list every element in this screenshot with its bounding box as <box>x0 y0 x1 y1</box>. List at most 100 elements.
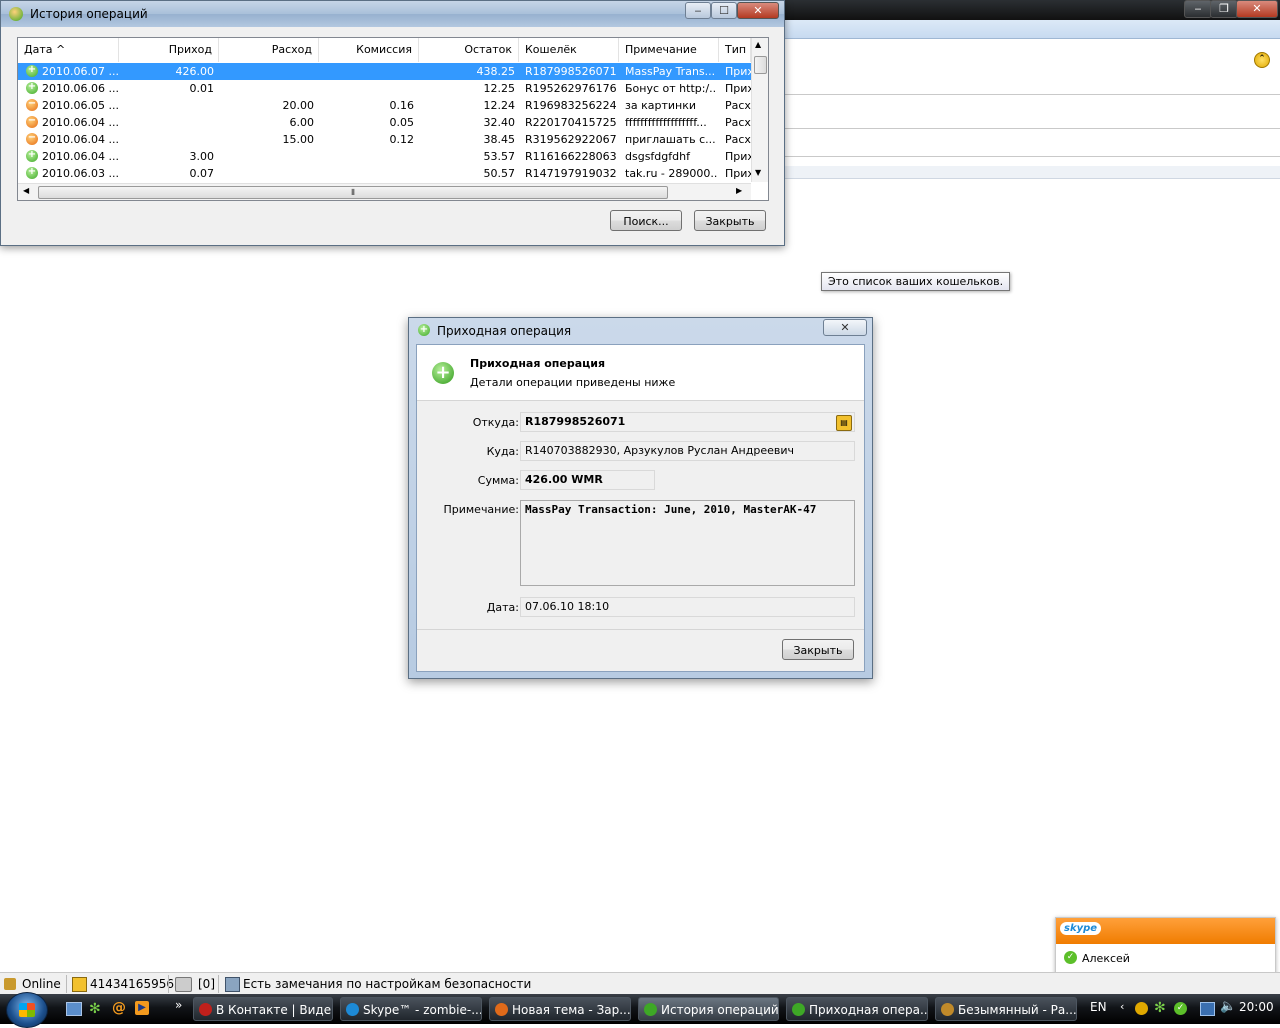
amount-label: Сумма: <box>477 474 519 487</box>
cell-date: 2010.06.04 ... <box>42 116 119 129</box>
icq-icon[interactable]: ✻ <box>89 1002 103 1016</box>
minimize-button[interactable]: ‒ <box>685 2 711 19</box>
column-header-type[interactable]: Тип с <box>719 38 751 62</box>
hscroll-thumb[interactable]: ⦀ <box>38 186 668 199</box>
taskbar-button[interactable]: В Контакте | Виде... <box>193 997 333 1021</box>
taskbar-button[interactable]: Skype™ - zombie-... <box>340 997 482 1021</box>
note-field[interactable]: MassPay Transaction: June, 2010, MasterA… <box>520 500 855 586</box>
cell-wallet: R187998526071 <box>525 65 617 78</box>
quicklaunch-overflow-icon[interactable]: » <box>175 998 182 1012</box>
scroll-thumb[interactable] <box>754 56 767 74</box>
cell-wallet: R220170415725 <box>525 116 617 129</box>
table-row[interactable]: −2010.06.04 ... 6.00 0.05 32.40 R22017041572… <box>18 114 751 131</box>
tray-keys-icon[interactable] <box>1135 1002 1148 1015</box>
cell-income <box>119 114 214 131</box>
cell-income: 3.00 <box>189 150 215 163</box>
windows-logo-icon <box>19 1003 35 1017</box>
scroll-right-icon[interactable]: ▶ <box>736 186 742 195</box>
media-player-icon[interactable]: ▶ <box>135 1001 149 1015</box>
app-icon <box>495 1003 508 1016</box>
column-header-date[interactable]: Дата ^ <box>18 38 119 62</box>
from-field[interactable]: R187998526071 ▤ <box>520 412 855 432</box>
cell-date: 2010.06.03 ... <box>42 167 119 180</box>
expense-icon: − <box>26 132 38 145</box>
wallets-tooltip: Это список ваших кошельков. <box>821 272 1011 291</box>
table-row[interactable]: +2010.06.07 ... 426.00 438.25 R187998526071… <box>18 63 751 80</box>
column-header-note[interactable]: Примечание <box>619 38 719 62</box>
clock[interactable]: 20:00 <box>1239 1000 1274 1014</box>
cell-expense <box>219 80 314 97</box>
maximize-button[interactable]: ☐ <box>711 2 737 19</box>
cell-note: за картинки <box>625 99 696 112</box>
table-row[interactable]: −2010.06.04 ... 15.00 0.12 38.45 R3195629220… <box>18 131 751 148</box>
table-row[interactable]: −2010.06.05 ... 20.00 0.16 12.24 R1969832562… <box>18 97 751 114</box>
column-header-fee[interactable]: Комиссия <box>319 38 419 62</box>
horizontal-scrollbar[interactable]: ◀ ⦀ ▶ <box>18 183 751 200</box>
amount-field[interactable]: 426.00 WMR <box>520 470 655 490</box>
scroll-up-icon[interactable]: ▲ <box>755 40 761 49</box>
divider <box>218 975 219 993</box>
background-toolbar-band <box>780 20 1280 39</box>
scroll-down-icon[interactable]: ▼ <box>755 168 761 177</box>
language-indicator[interactable]: EN <box>1090 1000 1107 1014</box>
operations-grid[interactable]: Дата ^ Приход Расход Комиссия Остаток Ко… <box>17 37 769 201</box>
bg-restore-button[interactable]: ❐ <box>1210 0 1238 18</box>
divider <box>780 156 1280 157</box>
history-close-button[interactable]: Закрыть <box>694 210 766 231</box>
messages-count[interactable]: [0] <box>198 977 215 991</box>
close-icon[interactable]: ✕ <box>737 2 779 19</box>
cell-note: MassPay Trans... <box>625 65 716 78</box>
taskbar-button[interactable]: Новая тема - Зар... <box>489 997 631 1021</box>
collapse-icon[interactable]: ⌃ <box>1254 52 1270 68</box>
cell-income: 0.07 <box>189 167 215 180</box>
cell-fee <box>319 80 414 97</box>
cell-date: 2010.06.06 ... <box>42 82 119 95</box>
cell-fee: 0.05 <box>389 116 415 129</box>
tray-skype-icon[interactable]: ✓ <box>1174 1002 1187 1015</box>
dialog-close-icon[interactable]: ✕ <box>823 319 867 336</box>
app-icon <box>644 1003 657 1016</box>
mail-agent-icon[interactable]: @ <box>112 1001 126 1015</box>
volume-icon[interactable]: 🔈 <box>1220 999 1236 1014</box>
taskbar-button-label: Skype™ - zombie-... <box>363 1003 482 1017</box>
online-status[interactable]: Online <box>22 977 61 991</box>
cell-expense: 6.00 <box>289 116 315 129</box>
scroll-left-icon[interactable]: ◀ <box>23 186 29 195</box>
plus-icon: + <box>418 324 430 336</box>
history-titlebar: История операций ‒ ☐ ✕ <box>1 1 784 27</box>
dialog-title: Приходная операция <box>437 324 572 338</box>
date-label: Дата: <box>486 601 519 614</box>
address-book-icon[interactable]: ▤ <box>836 415 852 431</box>
tray-icq-icon[interactable]: ✻ <box>1154 1001 1166 1015</box>
cell-note: tak.ru - 289000... <box>625 167 717 180</box>
column-header-balance[interactable]: Остаток <box>419 38 519 62</box>
column-header-expense[interactable]: Расход <box>219 38 319 62</box>
security-message[interactable]: Есть замечания по настройкам безопасност… <box>243 977 531 991</box>
tray-expand-icon[interactable]: ‹ <box>1120 1000 1124 1013</box>
table-row[interactable]: +2010.06.04 ... 3.00 53.57 R116166228063 dsg… <box>18 148 751 165</box>
taskbar-button[interactable]: Безымянный - Ра... <box>935 997 1077 1021</box>
cell-note: Бонус от http:/... <box>625 82 717 95</box>
date-field[interactable]: 07.06.10 18:10 <box>520 597 855 617</box>
app-icon <box>346 1003 359 1016</box>
cell-income: 0.01 <box>189 82 215 95</box>
cell-fee: 0.12 <box>389 133 415 146</box>
show-desktop-icon[interactable] <box>66 1002 82 1016</box>
dialog-close-button[interactable]: Закрыть <box>782 639 854 660</box>
bg-minimize-button[interactable]: ‒ <box>1184 0 1212 18</box>
table-row[interactable]: +2010.06.06 ... 0.01 12.25 R195262976176 Бон… <box>18 80 751 97</box>
column-header-income[interactable]: Приход <box>119 38 219 62</box>
bg-close-button[interactable]: ✕ <box>1236 0 1278 18</box>
taskbar-button[interactable]: История операций <box>638 997 779 1021</box>
to-field[interactable]: R140703882930, Арзукулов Руслан Андрееви… <box>520 441 855 461</box>
network-icon[interactable] <box>1200 1002 1215 1016</box>
start-button[interactable] <box>6 992 48 1028</box>
taskbar-button[interactable]: Приходная опера... <box>786 997 928 1021</box>
income-icon: + <box>26 64 38 77</box>
table-row[interactable]: +2010.06.03 ... 0.07 50.57 R147197919032 tak… <box>18 165 751 182</box>
search-button[interactable]: Поиск... <box>610 210 682 231</box>
app-icon <box>792 1003 805 1016</box>
vertical-scrollbar[interactable]: ▲ ▼ <box>751 38 768 182</box>
column-header-wallet[interactable]: Кошелёк корр... <box>519 38 619 80</box>
cell-expense: 20.00 <box>282 99 315 112</box>
